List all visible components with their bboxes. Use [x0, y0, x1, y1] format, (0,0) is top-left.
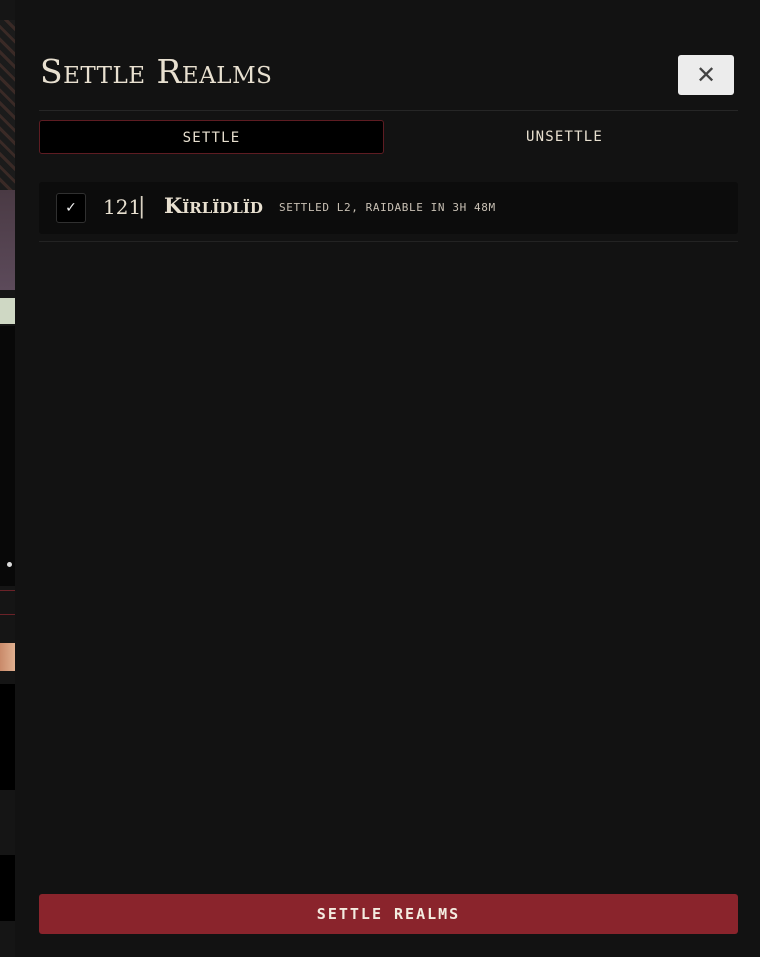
background-rule — [0, 590, 15, 591]
background-rule — [0, 614, 15, 615]
header-divider — [39, 110, 738, 111]
background-image — [0, 190, 15, 290]
realm-checkbox[interactable]: ✓ — [56, 193, 86, 223]
realm-status: SETTLED L2, RAIDABLE IN 3H 48M — [279, 201, 496, 214]
realm-name: Kïrlïdlïd — [164, 193, 263, 218]
list-divider — [39, 241, 738, 242]
realm-row[interactable]: ✓ 121 | Kïrlïdlïd SETTLED L2, RAIDABLE I… — [39, 182, 738, 234]
background-image — [0, 326, 15, 586]
close-icon: ✕ — [695, 61, 717, 89]
settle-realms-button[interactable]: SETTLE REALMS — [39, 894, 738, 934]
close-button[interactable]: ✕ — [678, 55, 734, 95]
background-image — [0, 643, 15, 671]
tab-settle[interactable]: SETTLE — [39, 120, 384, 154]
background-image — [0, 298, 15, 324]
settle-realms-drawer: Settle Realms ✕ SETTLE UNSETTLE ✓ 121 | … — [15, 0, 760, 957]
page-backdrop: Settle Realms ✕ SETTLE UNSETTLE ✓ 121 | … — [0, 0, 760, 957]
tab-unsettle[interactable]: UNSETTLE — [390, 120, 739, 154]
background-dot — [7, 562, 12, 567]
background-page-strip — [0, 0, 15, 957]
background-pattern — [0, 20, 15, 190]
checkmark-icon: ✓ — [65, 200, 77, 216]
background-image — [0, 684, 15, 790]
realm-id: 121 — [103, 195, 142, 219]
drawer-title: Settle Realms — [40, 52, 273, 91]
realm-id-separator: | — [138, 194, 146, 219]
background-image — [0, 855, 15, 921]
